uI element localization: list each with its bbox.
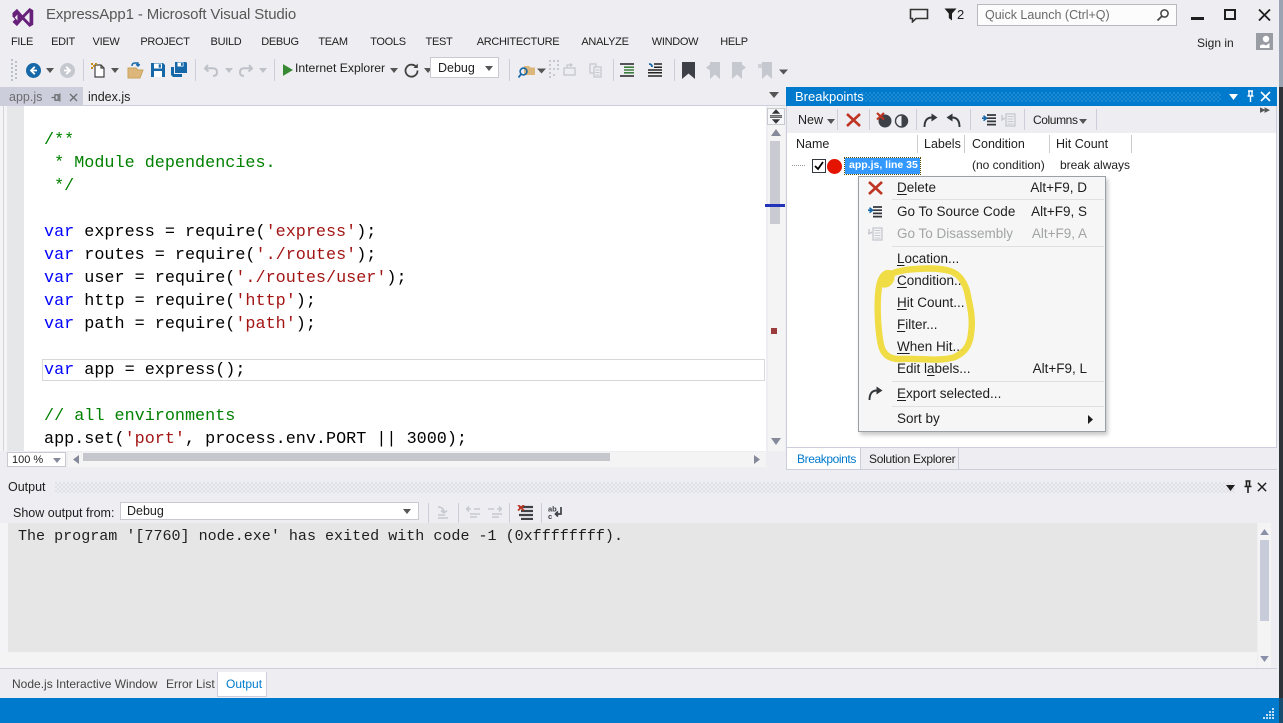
svg-text:c: c [548,512,552,521]
